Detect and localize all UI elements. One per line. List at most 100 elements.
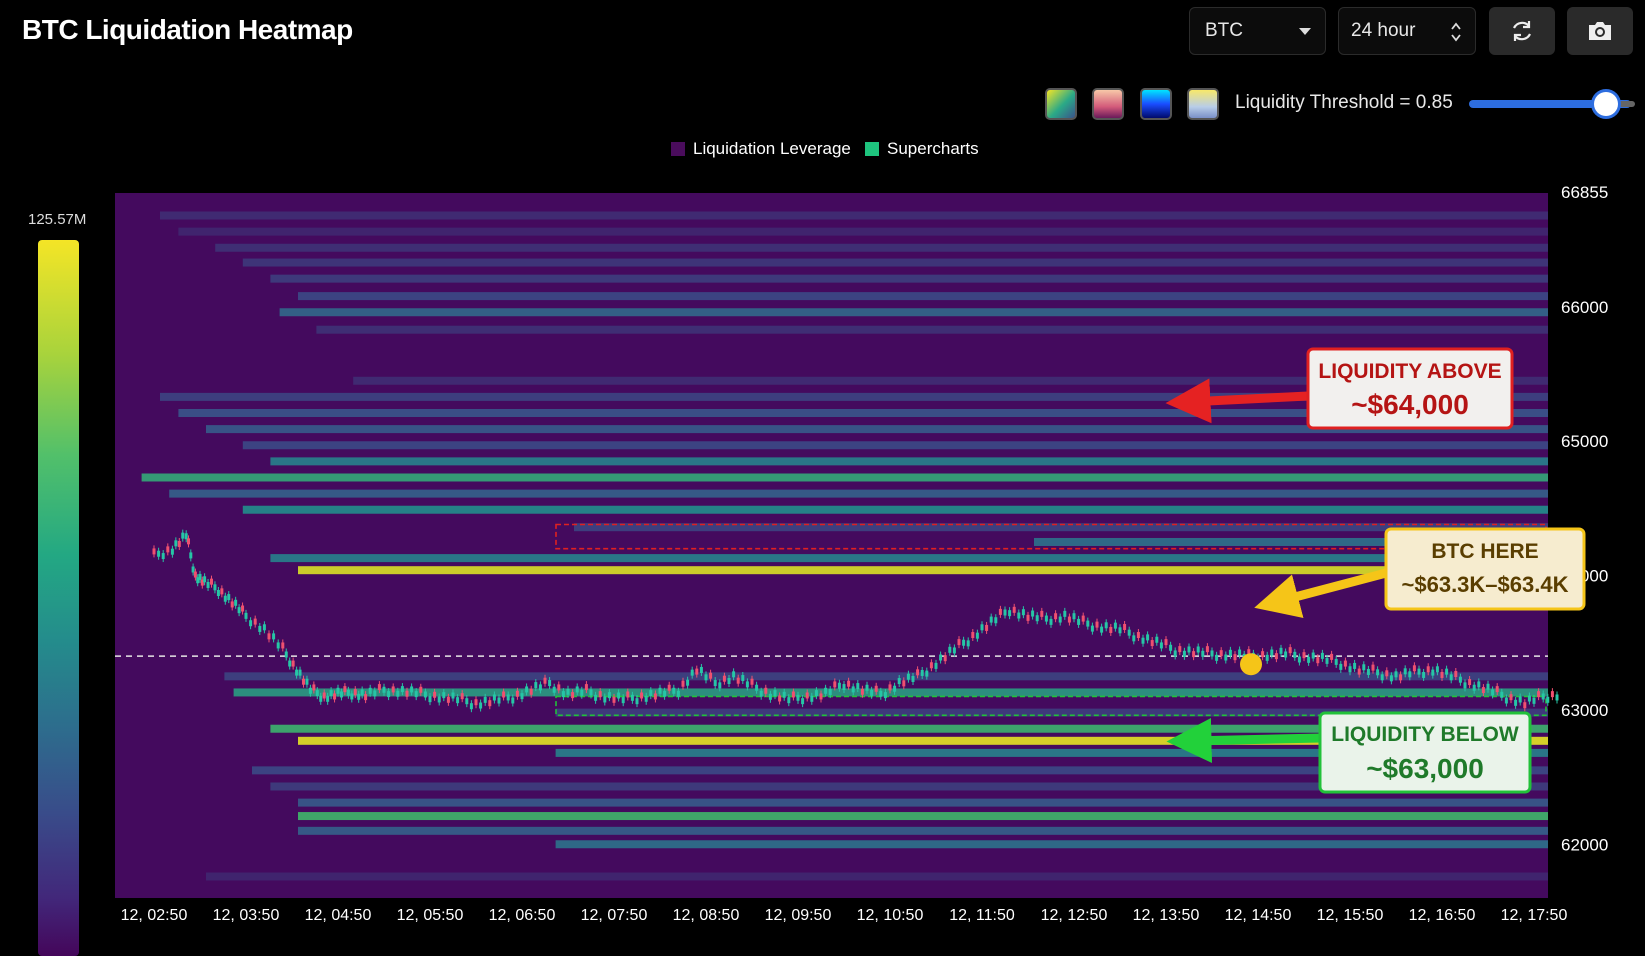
candle-body	[322, 692, 326, 699]
candle-body	[1445, 668, 1449, 675]
candle-body	[442, 692, 446, 699]
candle-body	[161, 553, 165, 560]
candle-body	[759, 690, 763, 697]
candle-body	[1293, 651, 1297, 658]
candle-body	[203, 576, 207, 583]
liquidation-band	[270, 274, 1548, 283]
candle-body	[630, 694, 634, 701]
candle-body	[828, 689, 832, 696]
candle-body	[851, 686, 855, 693]
x-tick-label: 12, 13:50	[1133, 907, 1200, 924]
candle-body	[497, 697, 501, 704]
candle-body	[736, 677, 740, 684]
candle-body	[333, 693, 337, 700]
candle-body	[1205, 646, 1209, 653]
x-tick-label: 12, 05:50	[397, 907, 464, 924]
candle-body	[1040, 610, 1044, 617]
liquidation-band	[316, 325, 1548, 334]
liquidation-band	[279, 308, 1549, 317]
x-tick-label: 12, 16:50	[1409, 907, 1476, 924]
candle-body	[414, 691, 418, 698]
candle-body	[920, 669, 924, 676]
candle-body	[1509, 694, 1513, 701]
candle-body	[893, 685, 897, 692]
candle-body	[1095, 621, 1099, 628]
liquidation-band	[169, 489, 1549, 498]
candle-body	[640, 692, 644, 699]
x-tick-label: 12, 03:50	[213, 907, 280, 924]
candle-body	[888, 684, 892, 691]
candle-body	[874, 685, 878, 692]
candle-body	[943, 655, 947, 662]
candle-body	[1463, 682, 1467, 689]
candle-body	[1173, 650, 1177, 657]
candle-body	[957, 639, 961, 646]
candle-body	[437, 696, 441, 703]
candle-body	[745, 681, 749, 688]
candle-body	[695, 668, 699, 675]
candle-body	[187, 538, 190, 545]
candle-body	[1330, 653, 1334, 660]
candle-body	[805, 692, 809, 699]
candle-body	[1297, 656, 1301, 663]
candle-body	[1072, 613, 1076, 620]
candle-body	[506, 694, 510, 701]
candle-body	[1334, 658, 1338, 665]
candle-body	[1403, 668, 1407, 675]
candle-body	[1118, 627, 1122, 634]
candle-body	[1035, 615, 1039, 622]
y-axis-ticks: 668556600065000640006300062000	[1561, 183, 1608, 854]
candle-body	[1550, 691, 1554, 698]
candle-body	[1104, 622, 1108, 629]
candle-body	[1412, 665, 1416, 672]
candle-body	[672, 687, 676, 694]
candle-body	[1141, 637, 1145, 644]
candle-body	[377, 684, 381, 691]
candle-body	[305, 678, 309, 685]
liquidation-band	[224, 672, 1548, 681]
candle-body	[223, 595, 227, 602]
candle-body	[1261, 651, 1265, 658]
candle-body	[1316, 657, 1320, 664]
candle-body	[1532, 697, 1536, 704]
candle-body	[649, 690, 653, 697]
candle-body	[1063, 610, 1067, 617]
candle-body	[502, 691, 506, 698]
candle-body	[451, 692, 455, 699]
candle-body	[718, 682, 722, 689]
candle-body	[653, 693, 657, 700]
candle-body	[966, 640, 970, 647]
candle-body	[1468, 679, 1472, 686]
candle-body	[939, 654, 943, 661]
candle-body	[1021, 609, 1025, 616]
y-tick-label: 63000	[1561, 701, 1608, 720]
candle-body	[391, 686, 395, 693]
candle-body	[727, 678, 731, 685]
candle-body	[1008, 610, 1012, 617]
candle-body	[934, 662, 938, 669]
candle-body	[561, 691, 565, 698]
candle-body	[1026, 614, 1030, 621]
candle-body	[1339, 663, 1343, 670]
liquidation-band	[270, 457, 1548, 466]
candle-body	[1389, 675, 1393, 682]
candle-body	[667, 684, 671, 691]
candle-body	[732, 671, 736, 678]
candle-body	[1210, 650, 1214, 657]
candle-body	[713, 680, 717, 687]
candle-body	[488, 700, 492, 707]
candle-body	[308, 687, 312, 694]
candle-body	[329, 690, 333, 697]
candle-body	[778, 695, 782, 702]
candle-body	[801, 698, 805, 705]
x-axis-ticks: 12, 02:50 12, 03:50 12, 04:50 12, 05:50 12, …	[121, 907, 1568, 924]
liquidation-band	[215, 243, 1549, 252]
candle-body	[253, 618, 257, 625]
candle-body	[1408, 671, 1412, 678]
candle-body	[635, 698, 639, 705]
candle-body	[244, 612, 248, 619]
annotation-heading: BTC HERE	[1431, 540, 1538, 563]
candle-body	[709, 672, 713, 679]
candle-body	[883, 692, 887, 699]
candle-body	[298, 669, 302, 676]
